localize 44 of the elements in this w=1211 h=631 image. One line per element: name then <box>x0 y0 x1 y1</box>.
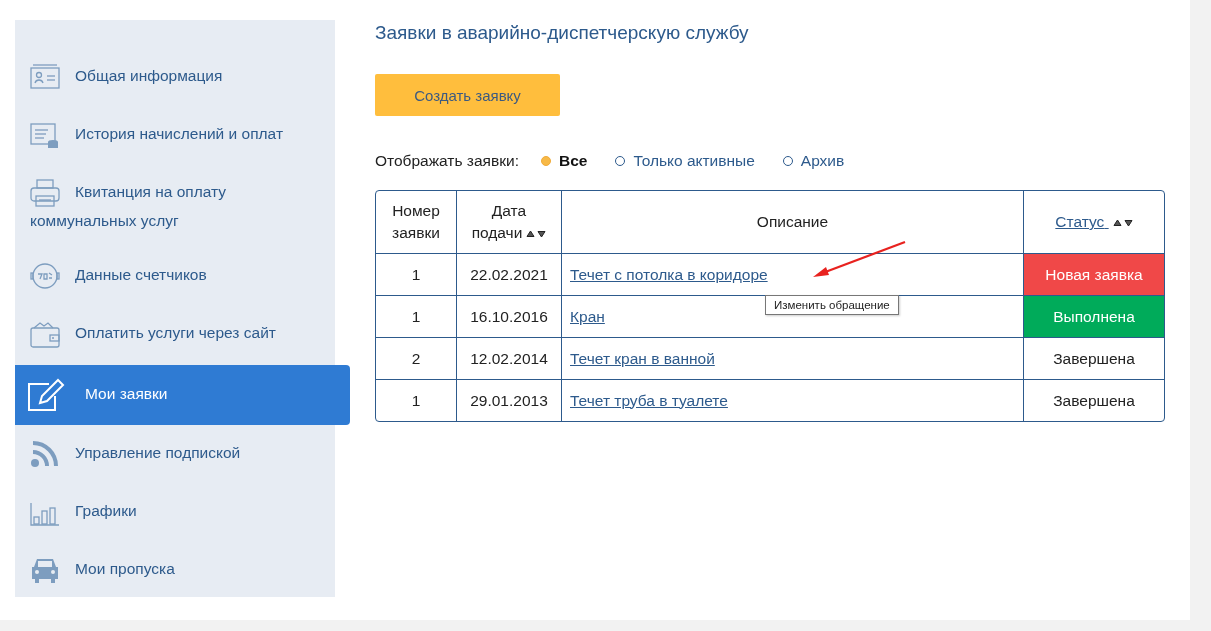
create-request-button[interactable]: Создать заявку <box>375 74 560 116</box>
printer-icon <box>30 178 60 208</box>
description-link[interactable]: Течет кран в ванной <box>570 349 715 367</box>
invoice-coins-icon <box>30 120 60 150</box>
description-link[interactable]: Течет с потолка в коридоре <box>570 265 768 283</box>
tooltip: Изменить обращение <box>765 295 899 315</box>
description-link[interactable]: Течет труба в туалете <box>570 391 728 409</box>
id-card-icon <box>30 62 60 92</box>
sidebar-item[interactable]: Графики <box>15 483 335 541</box>
filter-radio-option[interactable]: Архив <box>782 152 845 170</box>
status-cell-text: Завершена <box>1052 390 1136 411</box>
sidebar-item[interactable]: Мои пропуска <box>15 541 335 599</box>
sort-icon[interactable] <box>526 229 547 238</box>
table-cell: 2 <box>376 338 457 380</box>
meter-icon <box>30 261 60 291</box>
status-cell: Завершена <box>1024 338 1164 380</box>
rss-icon <box>30 439 60 469</box>
table-cell: 16.10.2016 <box>457 296 562 338</box>
edit-icon <box>25 378 65 412</box>
table-cell: 29.01.2013 <box>457 380 562 421</box>
column-header: Описание <box>756 213 829 230</box>
status-cell: Выполнена <box>1024 296 1164 338</box>
page-title: Заявки в аварийно-диспетчерскую службу <box>375 21 749 45</box>
table-cell: 12.02.2014 <box>457 338 562 380</box>
column-header: Дата подачи <box>471 202 527 241</box>
sidebar-item[interactable]: Квитанция на оплату коммунальных услуг <box>15 164 335 247</box>
sidebar-item[interactable]: Данные счетчиков <box>15 247 335 305</box>
sidebar-item[interactable]: Общая информация <box>15 48 335 106</box>
filter-radio-option[interactable]: Все <box>540 152 588 170</box>
sidebar-item[interactable]: Оплатить услуги через сайт <box>15 305 335 363</box>
sidebar-item[interactable]: История начислений и оплат <box>15 106 335 164</box>
sidebar-item[interactable]: Мои заявки <box>15 365 350 425</box>
column-header: Номер заявки <box>392 202 440 241</box>
status-cell: Новая заявка <box>1024 254 1164 296</box>
table-cell: 22.02.2021 <box>457 254 562 296</box>
filter-radio-option[interactable]: Только активные <box>615 152 755 170</box>
column-header-link[interactable]: Статус <box>1055 213 1109 230</box>
table-cell: 1 <box>376 296 457 338</box>
sidebar-item[interactable]: Управление подпиской <box>15 425 335 483</box>
table-cell: 1 <box>376 254 457 296</box>
filter-label: Отображать заявки: <box>375 152 519 170</box>
description-link[interactable]: Кран <box>570 307 605 325</box>
table-cell: 1 <box>376 380 457 421</box>
sort-icon[interactable] <box>1112 218 1133 227</box>
